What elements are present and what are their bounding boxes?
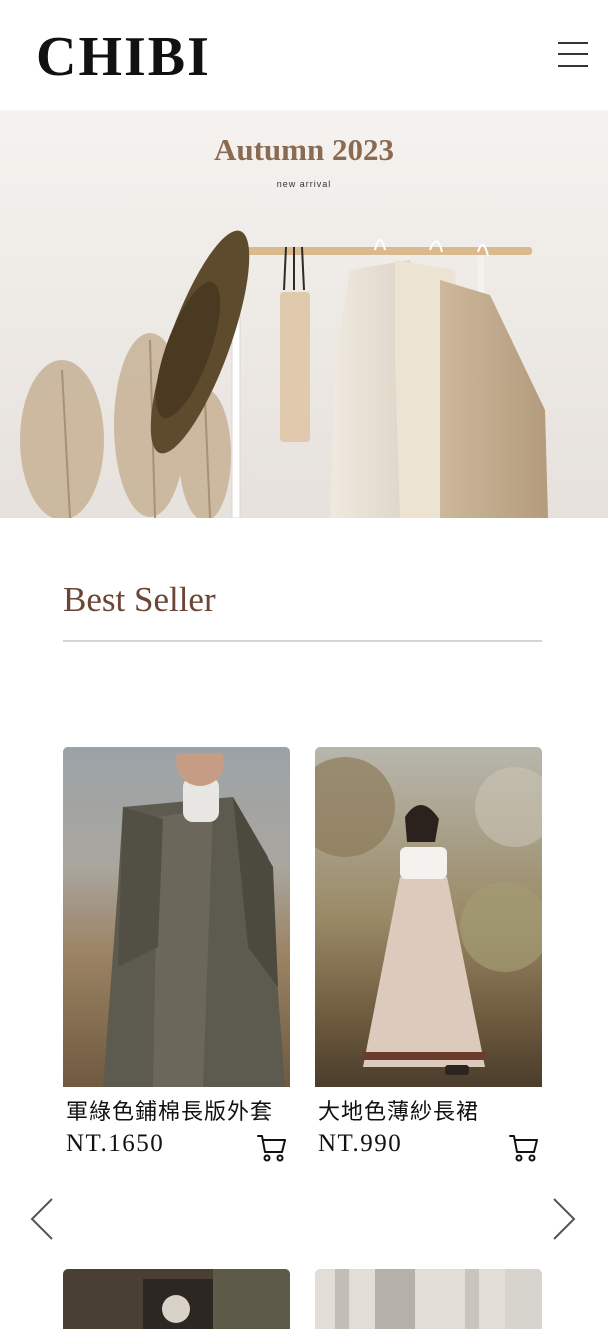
menu-bar [558,42,588,44]
product-name[interactable]: 軍綠色鋪棉長版外套 [66,1094,273,1126]
product-card[interactable] [63,1269,290,1329]
chevron-left-icon [30,1198,53,1240]
cart-icon [257,1135,286,1162]
product-price: NT.990 [318,1130,403,1157]
chevron-right-icon [553,1198,576,1240]
product-image [315,1269,542,1329]
product-price: NT.1650 [66,1130,165,1157]
add-to-cart-button[interactable] [508,1132,540,1164]
product-card[interactable] [315,1269,542,1329]
product-name[interactable]: 大地色薄紗長裙 [318,1094,479,1126]
site-header: CHIBI [0,0,608,110]
cart-icon [509,1135,538,1162]
product-image [63,1269,290,1329]
hero-subtitle: new arrival [276,179,332,189]
best-seller-title: Best Seller [63,580,216,619]
hamburger-menu-button[interactable] [556,40,590,70]
hero-title: Autumn 2023 [213,132,394,167]
product-photo-skirt [315,747,542,1087]
carousel-prev-button[interactable] [28,1197,56,1241]
hero-image [0,110,608,518]
hero-banner[interactable]: Autumn 2023 new arrival [0,110,608,518]
carousel-next-button[interactable] [550,1197,578,1241]
section-divider [63,640,542,642]
menu-bar [558,53,588,55]
add-to-cart-button[interactable] [256,1132,288,1164]
menu-bar [558,65,588,67]
product-image[interactable] [315,747,542,1087]
product-image[interactable] [63,747,290,1087]
brand-logo[interactable]: CHIBI [36,22,211,92]
product-photo-coat [63,747,290,1087]
